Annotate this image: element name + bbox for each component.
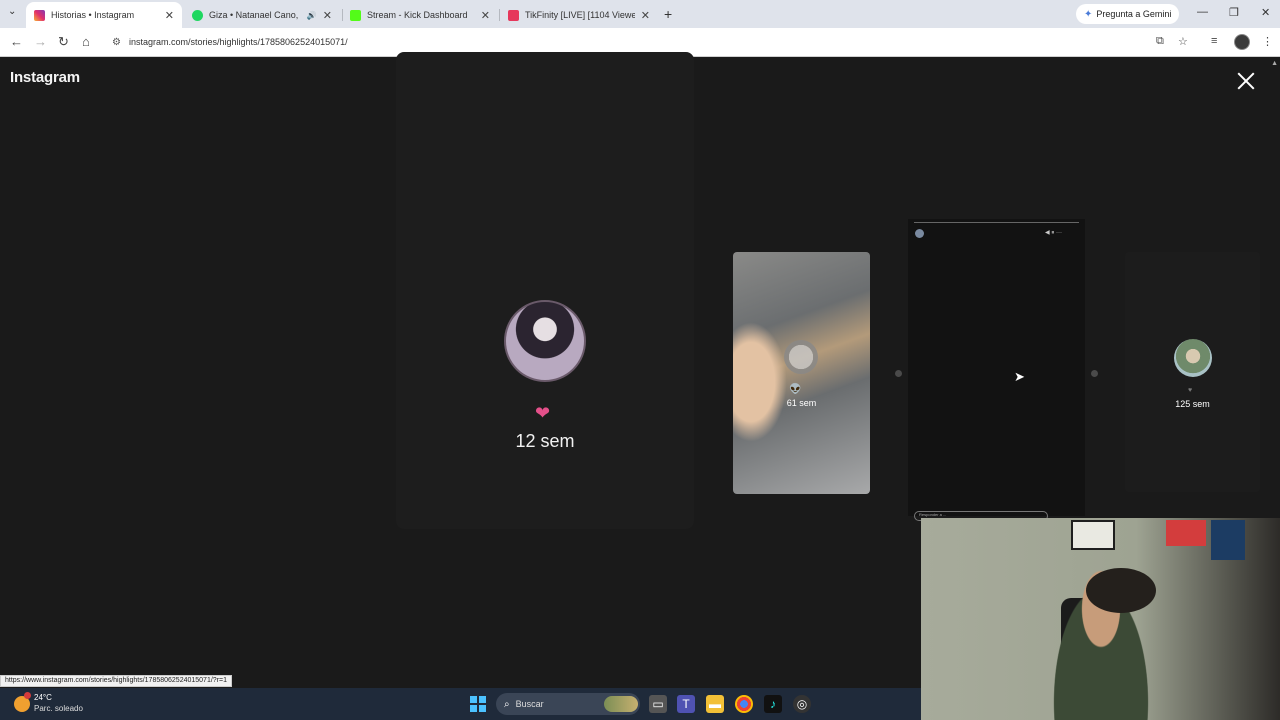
file-explorer-icon[interactable]: ▬ <box>706 695 724 713</box>
back-arrow-icon[interactable]: ← <box>10 34 23 49</box>
windows-start-icon[interactable] <box>470 696 486 712</box>
gemini-sparkle-icon: ✦ <box>1084 8 1093 20</box>
close-tab-icon[interactable]: ✕ <box>323 9 332 22</box>
close-tab-icon[interactable]: ✕ <box>165 9 174 22</box>
chrome-icon[interactable] <box>735 695 753 713</box>
taskbar-search[interactable]: ⌕ Buscar <box>496 693 640 715</box>
wall-frame <box>1166 520 1206 546</box>
close-icon[interactable] <box>1236 71 1256 91</box>
tab-title: TikFinity [LIVE] [1104 Viewers] <box>525 10 635 20</box>
heart-icon: ❤ <box>535 403 551 423</box>
story-avatar[interactable] <box>1174 339 1212 377</box>
kick-icon <box>350 9 361 21</box>
tab-search-chevron-icon[interactable]: ⌄ <box>8 6 16 17</box>
new-tab-plus-icon[interactable]: + <box>664 6 672 22</box>
story-time: 125 sem <box>1175 399 1210 409</box>
profile-avatar[interactable] <box>1234 34 1250 50</box>
story-controls-icon[interactable]: ◀ ⏸ ··· <box>1045 229 1062 237</box>
story-avatar <box>784 340 818 374</box>
scroll-up-icon[interactable]: ▲ <box>1271 60 1278 67</box>
gemini-button[interactable]: ✦ Pregunta a Gemini <box>1076 4 1180 24</box>
streamer-hair <box>1086 568 1156 613</box>
status-link-preview: https://www.instagram.com/stories/highli… <box>0 675 232 687</box>
previous-arrow-icon[interactable] <box>895 370 902 377</box>
search-icon: ⌕ <box>504 698 510 710</box>
story-avatar <box>915 229 924 238</box>
address-bar[interactable]: ⚙ instagram.com/stories/highlights/17858… <box>104 31 1144 53</box>
tikfinity-icon <box>508 9 519 21</box>
story-time: 61 sem <box>786 398 817 408</box>
close-tab-icon[interactable]: ✕ <box>641 9 650 22</box>
next-arrow-icon[interactable] <box>1091 370 1098 377</box>
temperature[interactable]: 24°C <box>34 693 52 702</box>
teams-icon[interactable]: T <box>677 695 695 713</box>
reading-list-icon[interactable]: ≡ <box>1211 35 1217 47</box>
reload-icon[interactable]: ↻ <box>58 34 69 50</box>
bookmark-star-icon[interactable]: ☆ <box>1178 35 1188 48</box>
alien-emoji-icon: 👽 <box>789 384 802 395</box>
story-image <box>733 312 793 452</box>
tab-tikfinity[interactable]: TikFinity [LIVE] [1104 Viewers] ✕ <box>500 4 658 26</box>
gemini-label: Pregunta a Gemini <box>1096 9 1172 19</box>
tab-kick[interactable]: Stream - Kick Dashboard ✕ <box>342 4 498 26</box>
windows-taskbar: 24°C Parc. soleado ⌕ Buscar ▭ T ▬ ♪ ◎ <box>0 688 921 720</box>
tiktok-icon[interactable]: ♪ <box>764 695 782 713</box>
install-app-icon[interactable]: ⧉ <box>1156 35 1164 48</box>
tab-title: Historias • Instagram <box>51 10 135 20</box>
restore-icon[interactable]: ❐ <box>1229 6 1239 19</box>
minimize-icon[interactable]: — <box>1197 6 1208 18</box>
story-time: 12 sem <box>515 431 575 451</box>
spotify-icon <box>192 9 203 21</box>
close-tab-icon[interactable]: ✕ <box>481 9 490 22</box>
weather-text[interactable]: Parc. soleado <box>34 704 83 713</box>
tab-spotify[interactable]: Giza • Natanael Cano, Oscar 🔊 ✕ <box>184 4 340 26</box>
instagram-logo[interactable]: Instagram <box>10 69 80 86</box>
tab-title: Stream - Kick Dashboard <box>367 10 468 20</box>
wall-frame <box>1071 520 1115 550</box>
heart-icon: ♥ <box>1188 387 1193 394</box>
mouse-pointer-icon: ➤ <box>1014 369 1025 384</box>
wall-frame <box>1211 520 1245 560</box>
obs-icon[interactable]: ◎ <box>793 695 811 713</box>
notification-badge <box>24 692 31 699</box>
forward-arrow-icon[interactable]: → <box>34 34 47 49</box>
progress-bar <box>914 222 1079 223</box>
story-card-main[interactable] <box>396 52 694 529</box>
search-highlight-image <box>604 696 638 712</box>
browser-tab-strip: ⌄ Historias • Instagram ✕ Giza • Natanae… <box>0 0 1280 28</box>
url-text: instagram.com/stories/highlights/1785806… <box>128 37 348 47</box>
close-window-icon[interactable]: ✕ <box>1261 6 1270 19</box>
story-card-active[interactable]: ◀ ⏸ ··· Responder a ... <box>908 219 1085 521</box>
menu-kebab-icon[interactable]: ⋮ <box>1262 35 1273 48</box>
speaker-icon[interactable]: 🔊 <box>307 11 317 20</box>
tab-title: Giza • Natanael Cano, Oscar <box>209 10 301 20</box>
instagram-icon <box>34 9 45 21</box>
story-avatar[interactable] <box>504 300 586 382</box>
home-icon[interactable]: ⌂ <box>82 34 90 49</box>
webcam-overlay <box>921 518 1280 720</box>
search-label: Buscar <box>515 699 544 709</box>
task-view-icon[interactable]: ▭ <box>649 695 667 713</box>
tab-instagram[interactable]: Historias • Instagram ✕ <box>26 2 182 28</box>
site-info-icon[interactable]: ⚙ <box>112 37 121 48</box>
